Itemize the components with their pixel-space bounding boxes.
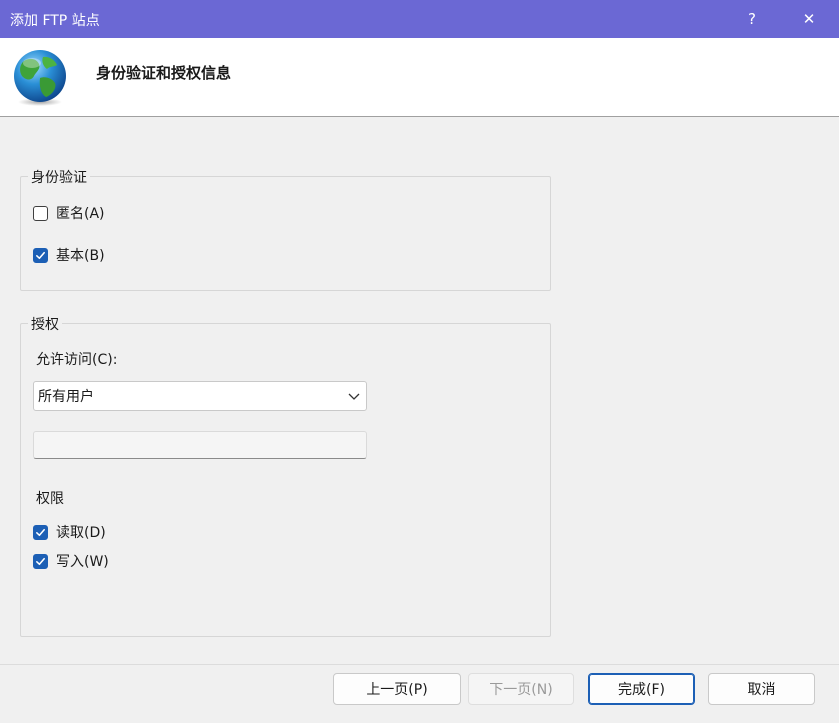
checkbox-box[interactable] (33, 524, 48, 540)
close-icon: ✕ (802, 10, 816, 28)
basic-label: 基本(B) (56, 248, 105, 264)
write-checkbox[interactable]: 写入(W) (33, 551, 109, 571)
checkmark-icon (36, 557, 45, 565)
footer-divider (0, 664, 839, 665)
anonymous-label: 匿名(A) (56, 206, 105, 222)
authorization-legend: 授权 (28, 314, 62, 334)
read-label: 读取(D) (56, 525, 106, 541)
checkbox-box[interactable] (33, 247, 48, 263)
page-heading: 身份验证和授权信息 (96, 64, 232, 82)
authentication-legend: 身份验证 (28, 167, 90, 187)
checkbox-box[interactable] (33, 553, 48, 569)
finish-button[interactable]: 完成(F) (588, 673, 695, 705)
checkmark-icon (36, 251, 45, 259)
permissions-label: 权限 (36, 491, 64, 507)
authorization-group (20, 323, 551, 637)
previous-button[interactable]: 上一页(P) (333, 673, 461, 705)
authentication-group (20, 176, 551, 291)
next-button[interactable]: 下一页(N) (468, 673, 574, 705)
users-input[interactable] (33, 431, 367, 459)
read-checkbox[interactable]: 读取(D) (33, 522, 106, 542)
close-button[interactable]: ✕ (786, 0, 832, 38)
checkmark-icon (36, 528, 45, 536)
allow-access-value: 所有用户 (38, 389, 94, 405)
allow-access-select[interactable]: 所有用户 (33, 381, 367, 411)
help-button[interactable]: ? (729, 0, 775, 38)
cancel-button[interactable]: 取消 (708, 673, 815, 705)
wizard-header: 身份验证和授权信息 (0, 38, 839, 117)
chevron-down-icon (348, 393, 360, 400)
allow-access-label: 允许访问(C): (36, 352, 118, 368)
checkbox-box[interactable] (33, 205, 48, 221)
anonymous-checkbox[interactable]: 匿名(A) (33, 203, 105, 223)
globe-icon (14, 50, 66, 106)
title-bar: 添加 FTP 站点 ? ✕ (0, 0, 839, 38)
basic-checkbox[interactable]: 基本(B) (33, 245, 105, 265)
window-title: 添加 FTP 站点 (10, 13, 100, 29)
help-icon: ? (748, 10, 756, 28)
write-label: 写入(W) (56, 554, 109, 570)
